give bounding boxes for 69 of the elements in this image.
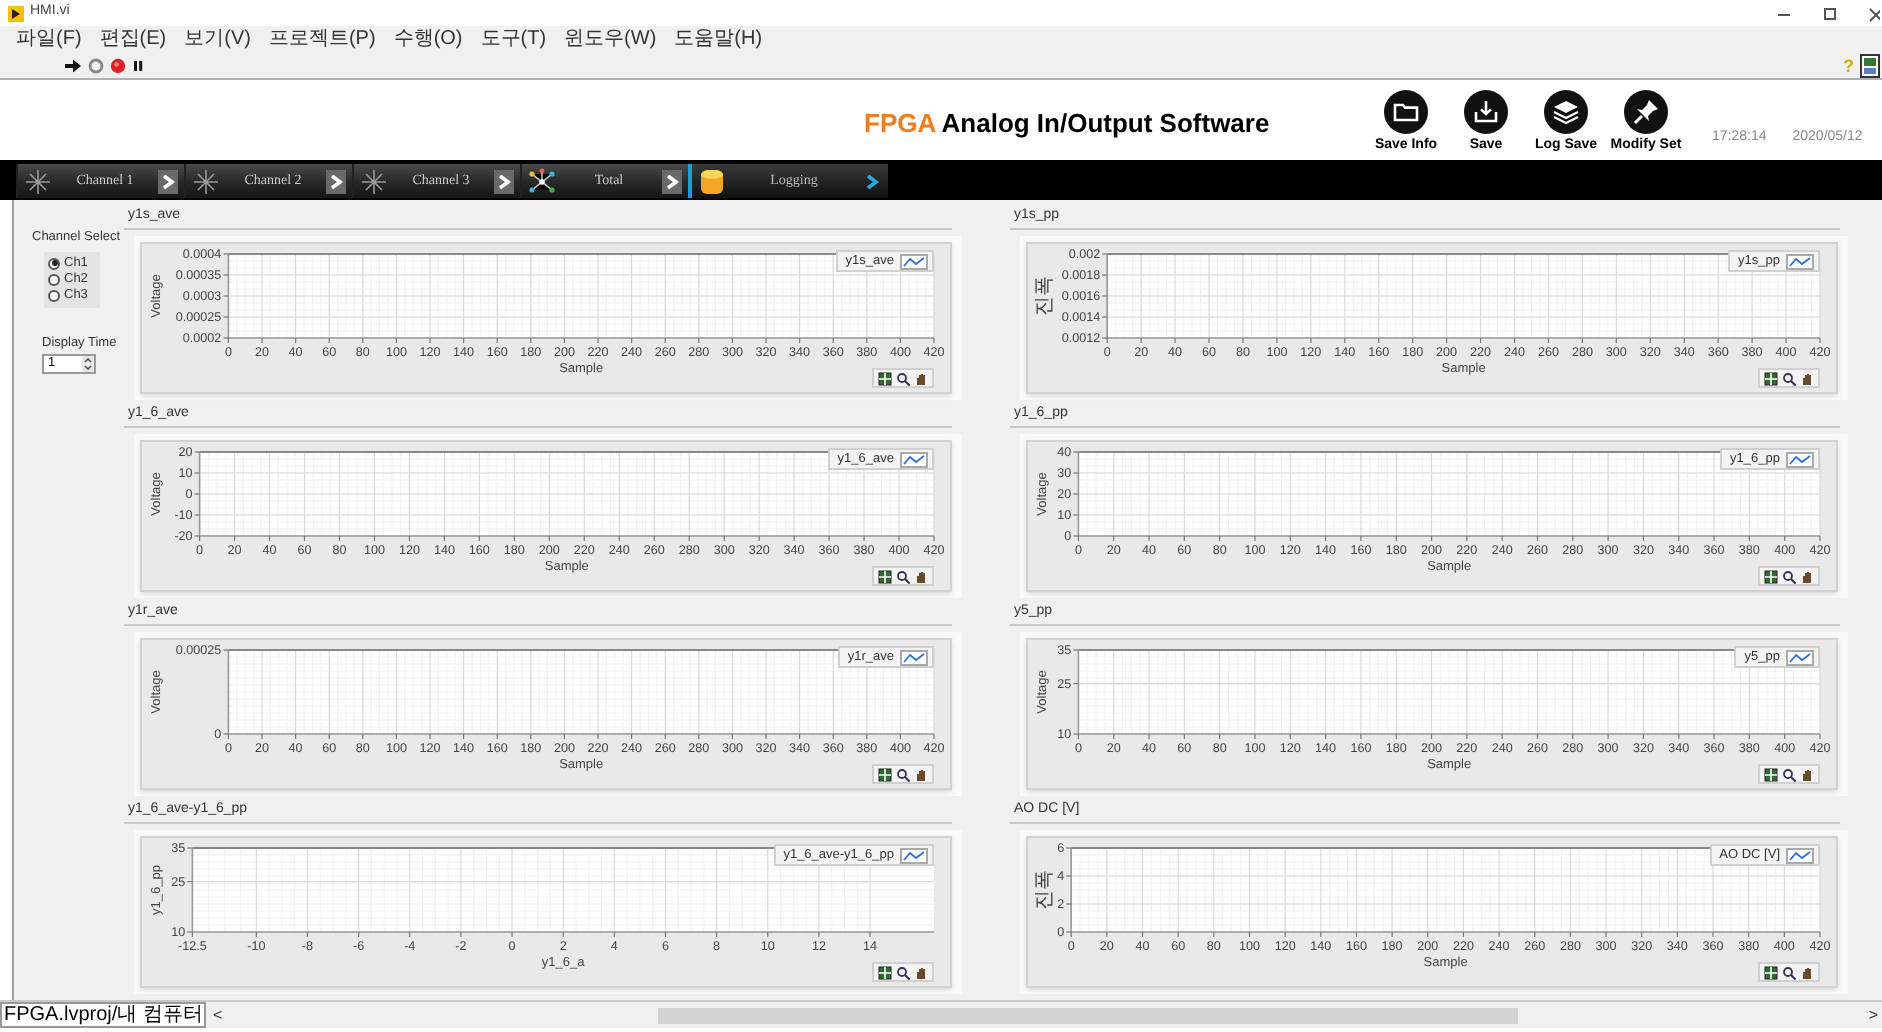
chevron-icon: [326, 169, 346, 193]
app-title: FPGA Analog In/Output Software: [864, 106, 1272, 143]
cursor-grid-icon[interactable]: [1764, 569, 1778, 583]
cursor-grid-icon[interactable]: [1764, 371, 1778, 385]
line-sample-icon[interactable]: [1786, 847, 1814, 863]
zoom-icon[interactable]: [1782, 569, 1796, 583]
hand-icon[interactable]: [914, 569, 928, 583]
hand-icon[interactable]: [1800, 767, 1814, 781]
network-icon: [528, 167, 556, 195]
abort-icon[interactable]: [110, 58, 126, 74]
close-icon[interactable]: [1868, 5, 1880, 21]
line-sample-icon[interactable]: [1786, 451, 1814, 467]
sparkle-icon: [24, 167, 52, 195]
cursor-grid-icon[interactable]: [878, 569, 892, 583]
line-sample-icon[interactable]: [900, 649, 928, 665]
hand-icon[interactable]: [1800, 371, 1814, 385]
zoom-icon[interactable]: [1782, 767, 1796, 781]
hand-icon[interactable]: [1800, 965, 1814, 979]
pin-icon: [1624, 89, 1668, 133]
line-sample-icon[interactable]: [900, 253, 928, 269]
menu-item[interactable]: 도구(T): [480, 30, 547, 50]
hand-icon[interactable]: [1800, 569, 1814, 583]
cursor-grid-icon[interactable]: [878, 767, 892, 781]
menu-item[interactable]: 도움말(H): [674, 30, 763, 50]
spinner-icon[interactable]: [82, 355, 94, 371]
zoom-icon[interactable]: [896, 767, 910, 781]
line-sample-icon[interactable]: [900, 847, 928, 863]
cursor-grid-icon[interactable]: [878, 965, 892, 979]
line-sample-icon[interactable]: [900, 451, 928, 467]
pause-icon[interactable]: [132, 58, 144, 74]
hand-icon[interactable]: [914, 767, 928, 781]
layers-icon: [1544, 89, 1588, 133]
menu-item[interactable]: 수행(O): [393, 30, 463, 50]
scroll-right-button[interactable]: >: [1868, 1003, 1882, 1027]
menu-item[interactable]: 윈도우(W): [564, 30, 657, 50]
zoom-icon[interactable]: [1782, 965, 1796, 979]
cursor-grid-icon[interactable]: [1764, 767, 1778, 781]
chevron-icon: [158, 169, 178, 193]
run-continuously-icon[interactable]: [88, 58, 104, 74]
chevron-icon: [862, 169, 882, 193]
sparkle-icon: [192, 167, 220, 195]
hand-icon[interactable]: [914, 371, 928, 385]
folder-icon: [1384, 89, 1428, 133]
zoom-icon[interactable]: [896, 371, 910, 385]
axis-label: 진폭: [1034, 276, 1056, 316]
menu-item[interactable]: 편집(E): [99, 30, 167, 50]
zoom-icon[interactable]: [1782, 371, 1796, 385]
menu-item[interactable]: 보기(V): [184, 30, 251, 50]
line-sample-icon[interactable]: [1786, 649, 1814, 665]
project-path: FPGA.lvproj/내 컴퓨터: [0, 1002, 207, 1028]
menu-item[interactable]: 파일(F): [16, 30, 82, 50]
chevron-icon: [662, 169, 682, 193]
scrollbar-thumb[interactable]: [658, 1007, 1519, 1023]
cursor-grid-icon[interactable]: [878, 371, 892, 385]
line-sample-icon[interactable]: [1786, 253, 1814, 269]
zoom-icon[interactable]: [896, 965, 910, 979]
cylinder-icon: [698, 167, 726, 195]
hand-icon[interactable]: [914, 965, 928, 979]
menu-item[interactable]: 프로젝트(P): [268, 30, 376, 50]
sparkle-icon: [360, 167, 388, 195]
run-arrow-icon[interactable]: [64, 58, 82, 74]
zoom-icon[interactable]: [896, 569, 910, 583]
app-icon: [8, 5, 24, 21]
scroll-left-button[interactable]: <: [212, 1003, 223, 1027]
cursor-grid-icon[interactable]: [1764, 965, 1778, 979]
maximize-icon[interactable]: [1822, 5, 1838, 21]
chevron-icon: [494, 169, 514, 193]
download-icon: [1464, 89, 1508, 133]
axis-label: 진폭: [1034, 870, 1056, 910]
